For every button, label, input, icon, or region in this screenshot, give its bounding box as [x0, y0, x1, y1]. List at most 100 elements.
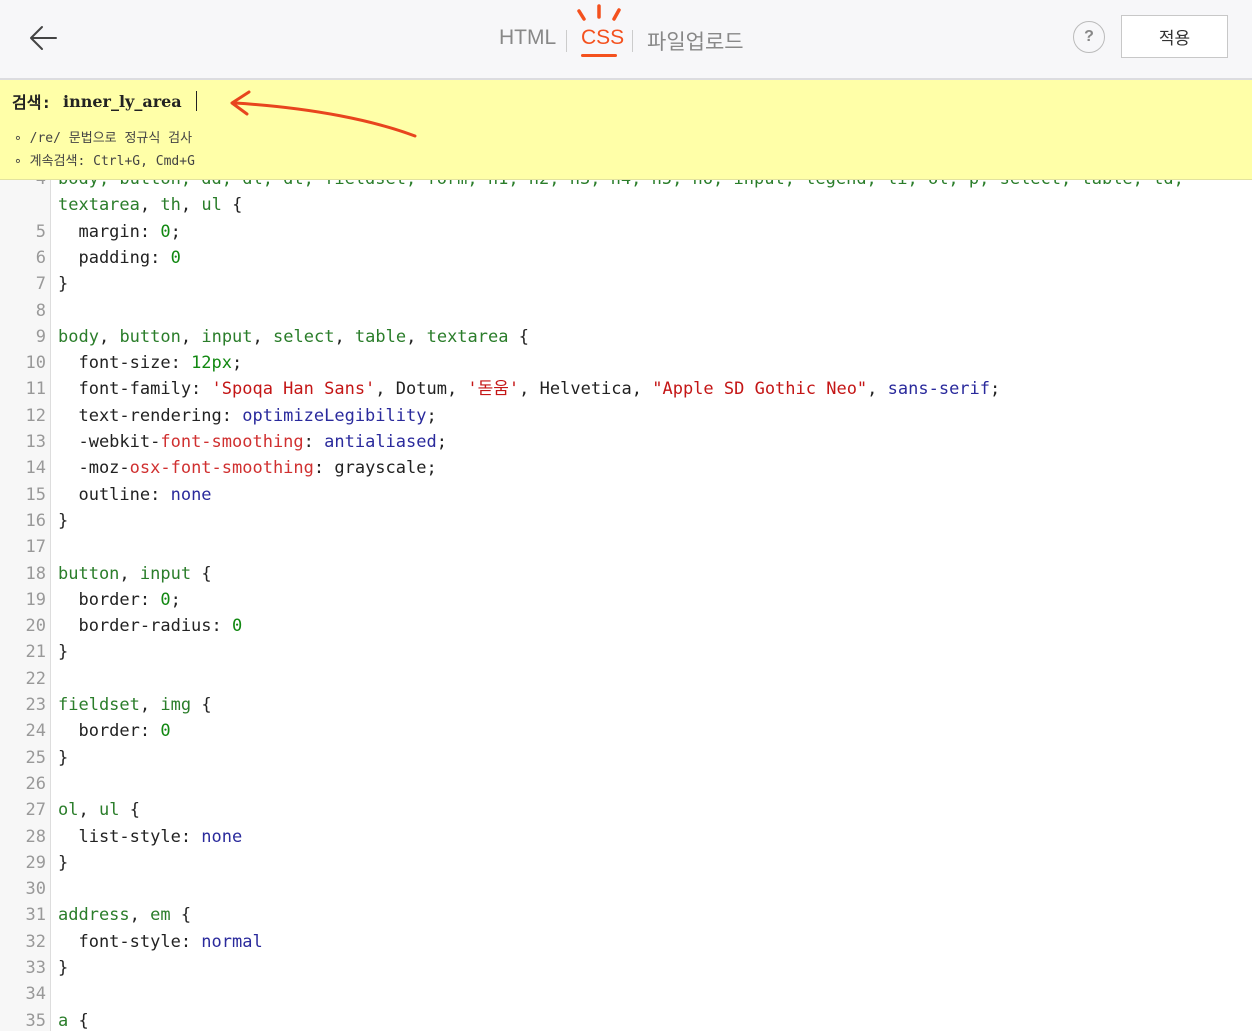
code-text: }	[58, 639, 68, 665]
code-line: textarea, th, ul {	[0, 192, 1252, 218]
code-token: outline:	[58, 484, 171, 505]
code-token: }	[58, 510, 69, 531]
code-token: list-style:	[58, 826, 202, 847]
code-line: 23 fieldset, img {	[0, 692, 1252, 718]
tab-html[interactable]: HTML	[499, 26, 556, 50]
code-editor[interactable]: 4 body, button, dd, dl, dt, fieldset, for…	[0, 180, 1252, 1031]
code-token: border-radius:	[58, 616, 232, 637]
code-line: 25}	[0, 745, 1252, 771]
code-token: 0	[160, 221, 171, 242]
code-token: }	[58, 642, 69, 663]
code-token: textarea	[58, 195, 140, 216]
code-line: 31 address, em {	[0, 902, 1252, 928]
line-number: 18	[25, 563, 46, 584]
code-token: {	[221, 195, 243, 216]
code-token: button	[58, 563, 120, 584]
code-line: 15 outline: none	[0, 482, 1252, 508]
code-token: img	[160, 695, 192, 715]
code-text: list-style: none	[58, 824, 242, 850]
code-token: }	[58, 274, 69, 295]
code-line: 26	[0, 771, 1252, 797]
code-text: }	[58, 271, 68, 297]
line-number: 25	[25, 747, 46, 768]
code-token: 0	[160, 721, 171, 742]
code-token: }	[58, 747, 69, 768]
code-token: ,	[334, 326, 355, 347]
code-token: font-family:	[58, 379, 212, 400]
code-token: {	[191, 695, 212, 715]
line-number: 33	[25, 958, 46, 978]
code-token: ,	[139, 695, 161, 715]
code-token: ;	[990, 379, 1001, 400]
code-token: "Apple SD Gothic Neo"	[652, 379, 868, 400]
code-text: outline: none	[58, 482, 211, 508]
line-number: 5	[35, 221, 46, 242]
code-token: table	[354, 326, 407, 347]
line-number: 15	[25, 484, 46, 505]
code-token: ;	[436, 432, 447, 452]
annotation-arrow-icon	[230, 90, 417, 138]
code-line: 21}	[0, 639, 1252, 665]
search-input[interactable]	[63, 89, 213, 113]
code-line: 24 border: 0	[0, 718, 1252, 744]
tab-divider	[632, 30, 633, 52]
code-token: text-rendering:	[58, 405, 243, 426]
apply-button[interactable]: 적용	[1121, 15, 1228, 58]
line-number: 26	[25, 773, 46, 794]
line-number: 7	[35, 274, 46, 295]
code-text: font-style: normal	[58, 929, 262, 955]
code-line: 18 button, input {	[0, 561, 1252, 587]
code-token: ;	[170, 589, 181, 610]
code-line: 30	[0, 876, 1252, 902]
line-number: 11	[25, 379, 46, 400]
code-token: ,	[98, 326, 120, 347]
code-token: {	[191, 563, 212, 584]
code-token: 0	[160, 589, 171, 610]
code-text: textarea, th, ul {	[58, 192, 242, 218]
search-hint-continue: ∘ 계속검색: Ctrl+G, Cmd+G	[14, 154, 195, 169]
code-text: }	[58, 850, 68, 876]
code-token: input	[201, 326, 253, 347]
code-token: , Helvetica,	[519, 379, 653, 400]
sparkle-icon	[577, 4, 621, 21]
code-line: 5 margin: 0;	[0, 219, 1252, 245]
code-token: ,	[867, 379, 888, 400]
tab-css[interactable]: CSS	[581, 26, 624, 50]
code-token: ol	[58, 800, 79, 821]
code-line: 14 -moz-osx-font-smoothing: grayscale;	[0, 455, 1252, 481]
code-token: font-style:	[58, 931, 202, 952]
code-token: ,	[119, 563, 140, 584]
code-token: font-smoothing	[160, 432, 304, 452]
help-button[interactable]: ?	[1073, 21, 1105, 53]
code-token: ,	[139, 195, 161, 216]
code-line: 11 font-family: 'Spoqa Han Sans', Dotum,…	[0, 376, 1252, 402]
code-text: border: 0;	[58, 587, 181, 613]
code-token: border:	[58, 721, 161, 742]
code-token: body, button, dd, dl, dt, fieldset, form…	[58, 180, 1184, 189]
code-line: 16}	[0, 508, 1252, 534]
code-token: '돋움'	[467, 379, 520, 400]
line-number: 24	[25, 721, 46, 742]
code-token: {	[170, 905, 192, 926]
code-text: button, input {	[58, 561, 212, 587]
code-token: : grayscale;	[313, 458, 437, 479]
code-token: padding:	[58, 247, 171, 268]
active-tab-indicator	[581, 54, 617, 57]
code-token: , Dotum,	[375, 379, 468, 400]
code-text: border-radius: 0	[58, 613, 242, 639]
back-arrow-icon[interactable]	[24, 18, 64, 58]
code-token: {	[68, 1010, 89, 1031]
line-number: 12	[25, 405, 46, 426]
code-text: ol, ul {	[58, 797, 140, 823]
line-number: 20	[25, 616, 46, 637]
tab-file-upload[interactable]: 파일업로드	[647, 26, 744, 56]
code-token: input	[139, 563, 192, 584]
line-number: 31	[25, 905, 46, 926]
code-token: 12px	[191, 353, 233, 374]
line-number: 30	[25, 879, 46, 900]
line-number: 27	[25, 800, 46, 821]
code-line: 22	[0, 666, 1252, 692]
code-token: }	[58, 958, 69, 978]
top-toolbar: HTML CSS 파일업로드 ? 적용	[0, 0, 1252, 80]
code-token: button	[119, 326, 181, 347]
